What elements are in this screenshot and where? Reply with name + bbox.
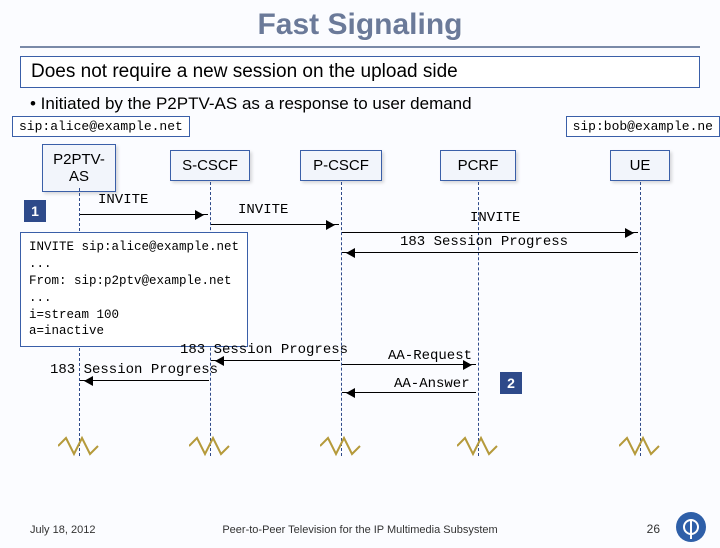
msg-aa-answer: AA-Answer bbox=[394, 376, 470, 392]
node-ue: UE bbox=[610, 150, 670, 181]
arrow-invite-1 bbox=[80, 214, 208, 215]
arrow-aa-request bbox=[342, 364, 476, 365]
footer-title: Peer-to-Peer Television for the IP Multi… bbox=[0, 524, 720, 536]
break-icon bbox=[619, 434, 661, 458]
lifeline-pcscf bbox=[341, 182, 342, 456]
lifeline-ue bbox=[640, 182, 641, 456]
organization-logo bbox=[676, 512, 706, 542]
sequence-diagram: P2PTV- AS S-CSCF P-CSCF PCRF UE 1 INVITE… bbox=[0, 138, 720, 508]
msg-183-1: 183 Session Progress bbox=[400, 234, 568, 250]
arrow-invite-3 bbox=[342, 232, 638, 233]
msg-aa-request: AA-Request bbox=[388, 348, 472, 364]
msg-invite-3: INVITE bbox=[470, 210, 520, 226]
node-p2ptv-as: P2PTV- AS bbox=[42, 144, 116, 192]
footer-page-number: 26 bbox=[647, 522, 660, 536]
arrow-183-3 bbox=[80, 380, 209, 381]
msg-invite-2: INVITE bbox=[238, 202, 288, 218]
break-icon bbox=[320, 434, 362, 458]
msg-183-2: 183 Session Progress bbox=[180, 342, 348, 358]
step-2-badge: 2 bbox=[500, 372, 522, 394]
arrow-invite-2 bbox=[211, 224, 339, 225]
node-pcrf: PCRF bbox=[440, 150, 516, 181]
break-icon bbox=[189, 434, 231, 458]
break-icon bbox=[58, 434, 100, 458]
arrow-183-2 bbox=[211, 360, 340, 361]
sip-alice-box: sip:alice@example.net bbox=[12, 116, 190, 137]
title-rule bbox=[20, 46, 700, 48]
bullet-1: • Initiated by the P2PTV-AS as a respons… bbox=[30, 94, 700, 114]
arrow-aa-answer bbox=[342, 392, 476, 393]
break-icon bbox=[457, 434, 499, 458]
sip-bob-box: sip:bob@example.ne bbox=[566, 116, 720, 137]
arrow-183-1 bbox=[342, 252, 638, 253]
invite-detail-box: INVITE sip:alice@example.net ... From: s… bbox=[20, 232, 248, 347]
msg-invite-1: INVITE bbox=[98, 192, 148, 208]
step-1-badge: 1 bbox=[24, 200, 46, 222]
slide-title: Fast Signaling bbox=[0, 8, 720, 42]
node-s-cscf: S-CSCF bbox=[170, 150, 250, 181]
highlight-banner: Does not require a new session on the up… bbox=[20, 56, 700, 88]
msg-183-3: 183 Session Progress bbox=[50, 362, 218, 378]
sip-uri-bar: sip:alice@example.net sip:bob@example.ne bbox=[0, 116, 720, 138]
node-p-cscf: P-CSCF bbox=[300, 150, 382, 181]
